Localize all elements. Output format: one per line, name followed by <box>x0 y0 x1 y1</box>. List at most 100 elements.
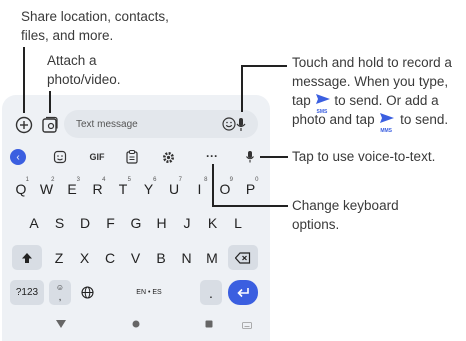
send-sms-icon: SMS <box>315 93 331 115</box>
key-number-hint: 5 <box>127 177 131 183</box>
key-label: B <box>156 249 166 266</box>
leader-record-vertical <box>241 65 243 112</box>
share-callout: Share location, contacts, files, and mor… <box>21 7 169 45</box>
key-label: M <box>206 249 218 266</box>
key-number-hint: 2 <box>51 177 55 183</box>
key-label: F <box>106 214 115 231</box>
key-t[interactable]: T5 <box>112 176 134 201</box>
key-v[interactable]: V <box>125 245 147 270</box>
space-bar[interactable]: EN • ES <box>104 280 194 305</box>
key-c[interactable]: C <box>99 245 121 270</box>
add-circle-icon[interactable] <box>15 116 33 134</box>
period-key[interactable]: . <box>200 280 222 305</box>
key-label: K <box>207 214 218 231</box>
key-label: R <box>92 180 103 197</box>
nav-home-icon[interactable] <box>132 320 140 331</box>
key-s[interactable]: S <box>49 210 71 235</box>
key-label: G <box>130 214 142 231</box>
record-callout-line-1: Touch and hold to record a <box>292 55 452 70</box>
key-y[interactable]: Y6 <box>138 176 160 201</box>
backspace-key[interactable] <box>228 245 258 270</box>
key-label: Z <box>54 249 64 266</box>
key-a[interactable]: A <box>23 210 45 235</box>
key-d[interactable]: D <box>74 210 96 235</box>
key-number-hint: 7 <box>178 177 182 183</box>
key-number-hint: 1 <box>25 177 29 183</box>
key-r[interactable]: R4 <box>87 176 109 201</box>
record-callout: Touch and hold to record a message. When… <box>292 53 452 134</box>
key-label: T <box>118 180 128 197</box>
nav-back-icon[interactable] <box>56 320 66 331</box>
leader-voice <box>260 156 288 158</box>
keyboard-mic-icon[interactable] <box>243 145 257 169</box>
key-label: U <box>168 180 180 197</box>
emoji-shortcut-icon: ☺ <box>55 282 65 292</box>
mic-icon[interactable] <box>234 116 248 134</box>
key-z[interactable]: Z <box>48 245 70 270</box>
options-callout-line-2: options. <box>292 217 340 232</box>
gear-icon[interactable] <box>160 145 176 169</box>
send-mms-icon: MMS <box>378 112 396 134</box>
key-label: I <box>197 180 202 197</box>
key-w[interactable]: W2 <box>36 176 58 201</box>
shift-key[interactable] <box>12 245 42 270</box>
key-label: E <box>67 180 77 197</box>
key-n[interactable]: N <box>176 245 198 270</box>
leader-options-vertical <box>212 164 214 206</box>
key-l[interactable]: L <box>227 210 249 235</box>
attach-callout-line-2: photo/video. <box>47 72 121 87</box>
key-m[interactable]: M <box>201 245 223 270</box>
attach-callout-line-1: Attach a <box>47 53 97 68</box>
globe-icon[interactable] <box>76 280 98 305</box>
key-label: D <box>79 214 91 231</box>
key-number-hint: 8 <box>204 177 208 183</box>
key-e[interactable]: E3 <box>61 176 83 201</box>
nav-recents-icon[interactable] <box>205 320 213 331</box>
key-label: A <box>29 214 39 231</box>
key-number-hint: 6 <box>153 177 157 183</box>
key-g[interactable]: G <box>125 210 147 235</box>
options-callout-line-1: Change keyboard <box>292 198 399 213</box>
key-i[interactable]: I8 <box>189 176 211 201</box>
symbols-key[interactable]: ?123 <box>10 280 44 305</box>
key-number-hint: 9 <box>229 177 233 183</box>
key-j[interactable]: J <box>176 210 198 235</box>
gallery-icon[interactable] <box>41 116 59 134</box>
key-b[interactable]: B <box>150 245 172 270</box>
key-p[interactable]: P0 <box>240 176 262 201</box>
key-label: S <box>54 214 65 231</box>
enter-key[interactable] <box>228 280 258 305</box>
key-number-hint: 3 <box>76 177 80 183</box>
voice-callout: Tap to use voice-to-text. <box>292 149 436 164</box>
back-arrow-icon[interactable]: ‹ <box>10 149 26 165</box>
key-k[interactable]: K <box>202 210 224 235</box>
key-u[interactable]: U7 <box>163 176 185 201</box>
key-o[interactable]: O9 <box>214 176 236 201</box>
key-h[interactable]: H <box>151 210 173 235</box>
record-callout-line-3: tap SMS to send. Or add a <box>292 91 452 115</box>
key-label: N <box>181 249 192 266</box>
key-label: Y <box>143 180 154 197</box>
mms-label: MMS <box>380 127 393 134</box>
key-label: P <box>245 180 256 197</box>
key-label: J <box>183 214 191 231</box>
key-number-hint: 0 <box>255 177 259 183</box>
leader-options-horizontal <box>212 205 288 207</box>
leader-record-horizontal <box>241 65 287 67</box>
gif-button[interactable]: GIF <box>84 145 110 169</box>
key-label: C <box>104 249 116 266</box>
attach-callout: Attach a photo/video. <box>47 51 121 89</box>
leader-share <box>23 47 25 113</box>
key-x[interactable]: X <box>74 245 96 270</box>
keyboard-hide-icon[interactable] <box>242 321 252 332</box>
leader-attach <box>49 91 51 113</box>
clipboard-icon[interactable] <box>124 145 140 169</box>
key-f[interactable]: F <box>100 210 122 235</box>
key-label: L <box>234 214 242 231</box>
share-callout-line-2: files, and more. <box>21 28 114 43</box>
sticker-icon[interactable] <box>50 145 70 169</box>
key-q[interactable]: Q1 <box>10 176 32 201</box>
message-placeholder: Text message <box>76 118 138 130</box>
message-input[interactable]: Text message <box>64 110 258 138</box>
comma-key[interactable]: ☺ , <box>49 280 71 305</box>
